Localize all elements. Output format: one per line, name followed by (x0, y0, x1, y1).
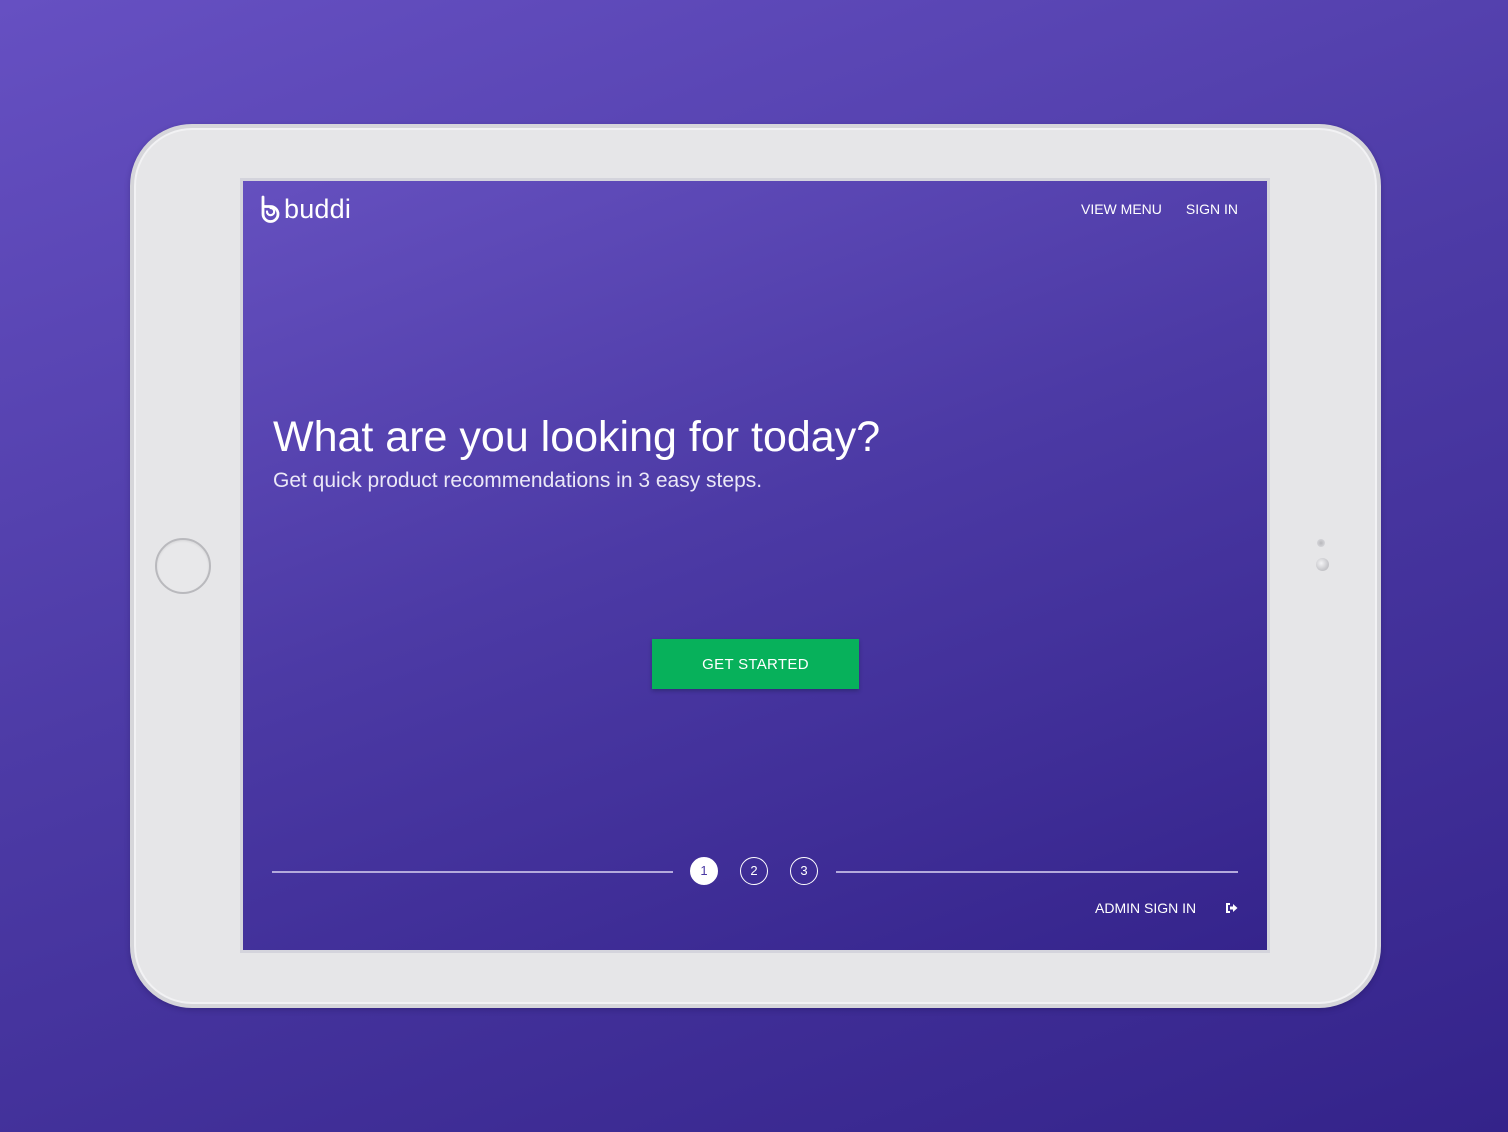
home-button (155, 538, 211, 594)
page-title: What are you looking for today? (273, 413, 881, 461)
step-indicator: 1 2 3 (272, 855, 1238, 889)
view-menu-link[interactable]: VIEW MENU (1081, 201, 1162, 217)
step-1[interactable]: 1 (690, 857, 718, 885)
step-line-left (272, 871, 673, 873)
logo-text: buddi (284, 194, 352, 224)
top-nav: VIEW MENU SIGN IN (1081, 201, 1238, 217)
admin-sign-in-link[interactable]: ADMIN SIGN IN (1095, 900, 1238, 916)
step-line-right (836, 871, 1238, 873)
sign-in-icon (1226, 903, 1238, 913)
buddi-logo-icon (261, 195, 280, 223)
buddi-logo[interactable]: buddi (259, 194, 351, 224)
step-3[interactable]: 3 (790, 857, 818, 885)
step-2[interactable]: 2 (740, 857, 768, 885)
tablet-screen: buddi VIEW MENU SIGN IN What are you loo… (240, 178, 1270, 953)
page-subtitle: Get quick product recommendations in 3 e… (273, 469, 763, 492)
camera-icon (1316, 558, 1329, 571)
sign-in-link[interactable]: SIGN IN (1186, 201, 1238, 217)
sensor-dot (1317, 539, 1325, 547)
admin-sign-in-label: ADMIN SIGN IN (1095, 900, 1197, 916)
get-started-button[interactable]: GET STARTED (652, 639, 859, 689)
